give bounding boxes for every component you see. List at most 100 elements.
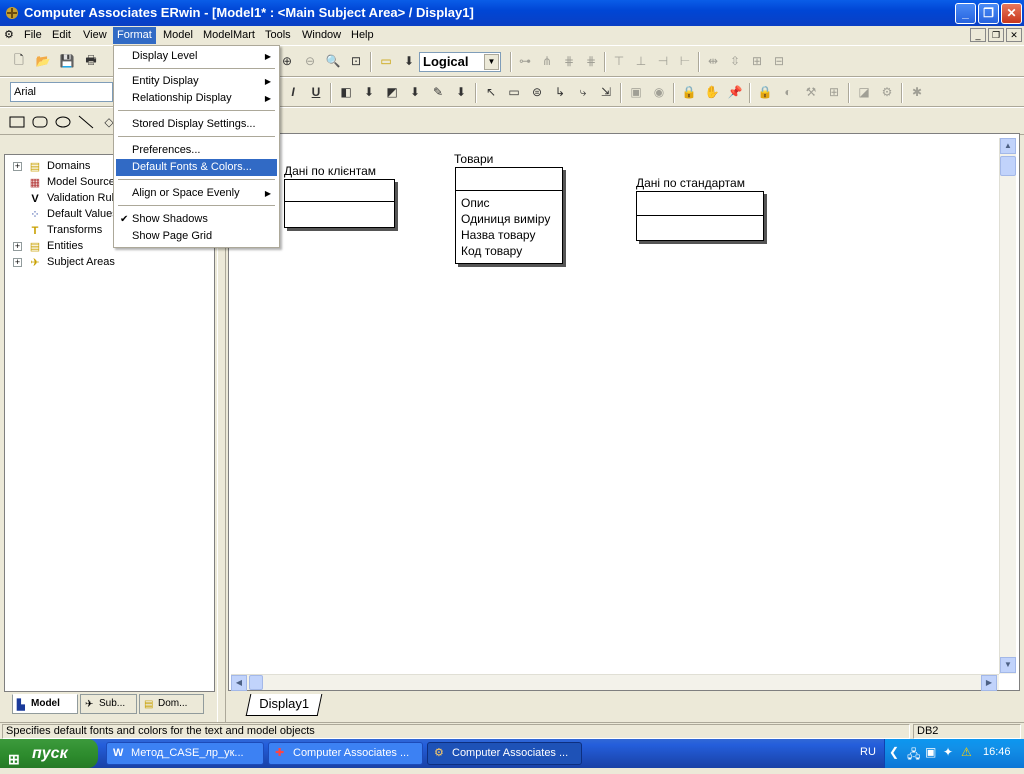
tree-item-entities[interactable]: + ▤ Entities — [13, 238, 83, 254]
align-bottom-icon[interactable]: ⊥ — [632, 52, 650, 70]
menu-format[interactable]: Format — [113, 27, 156, 44]
settings-icon[interactable]: ⚙ — [878, 83, 896, 101]
many-to-many-rel-icon[interactable]: ⤷ — [574, 83, 592, 101]
entity-name[interactable]: Дані по клієнтам — [284, 164, 376, 178]
lock-icon-2[interactable]: 🔒 — [756, 83, 774, 101]
menu-tools[interactable]: Tools — [261, 27, 295, 44]
menu-model[interactable]: Model — [159, 27, 197, 44]
level-combo[interactable]: Logical ▼ — [419, 52, 501, 72]
entity-box[interactable] — [284, 179, 395, 228]
menu-item-align-space-evenly[interactable]: Align or Space Evenly ▶ — [116, 185, 277, 202]
ellipse-tool-icon[interactable] — [54, 113, 72, 131]
diagram-canvas[interactable]: Дані по клієнтам Товари Опис Одиниця вим… — [228, 133, 1020, 691]
expand-icon[interactable]: + — [13, 257, 22, 267]
mdi-restore-button[interactable]: ❐ — [988, 28, 1004, 42]
entity-attribute[interactable]: Опис — [461, 196, 490, 210]
tree-item-model-sources[interactable]: ▦ Model Sources — [27, 174, 121, 190]
menu-view[interactable]: View — [79, 27, 111, 44]
task-word-document[interactable]: W Метод_CASE_лр_ук... — [106, 742, 264, 765]
restore-button[interactable]: ❐ — [978, 3, 999, 24]
minimize-button[interactable]: _ — [955, 3, 976, 24]
scroll-right-icon[interactable]: ▶ — [981, 675, 997, 691]
clock[interactable]: 16:46 — [983, 746, 1011, 758]
hand-icon[interactable]: ✋ — [703, 83, 721, 101]
line-tool-icon[interactable] — [77, 113, 95, 131]
underline-button[interactable]: U — [307, 83, 325, 101]
merge-icon[interactable]: ◪ — [855, 83, 873, 101]
report-icon[interactable]: ◐ — [779, 83, 797, 101]
save-icon[interactable]: 💾 — [58, 52, 76, 70]
align-left-icon[interactable]: ⊣ — [654, 52, 672, 70]
antivirus-icon[interactable]: ✦ — [943, 745, 953, 759]
tab-domains[interactable]: ▤ Dom... — [139, 694, 204, 714]
rectangle-tool-icon[interactable] — [8, 113, 26, 131]
tree-item-domains[interactable]: + ▤ Domains — [13, 158, 90, 174]
fill-color-icon[interactable]: ◩ — [383, 83, 401, 101]
menu-item-show-page-grid[interactable]: Show Page Grid — [116, 228, 277, 245]
task-erwin-1[interactable]: ✚ Computer Associates ... — [268, 742, 423, 765]
mdi-minimize-button[interactable]: _ — [970, 28, 986, 42]
align-icon[interactable]: ⊶ — [516, 52, 534, 70]
entity-box[interactable]: Опис Одиниця виміру Назва товару Код тов… — [455, 167, 563, 264]
entity-name[interactable]: Товари — [454, 152, 493, 166]
italic-button[interactable]: I — [284, 83, 302, 101]
scroll-up-icon[interactable]: ▲ — [1000, 138, 1016, 154]
menu-item-show-shadows[interactable]: ✔ Show Shadows — [116, 211, 277, 228]
display-icon[interactable]: ▭ — [377, 52, 395, 70]
line-dropdown-icon[interactable]: ⬇ — [406, 83, 424, 101]
start-button[interactable]: ⊞ пуск — [0, 739, 98, 768]
new-icon[interactable]: 🗋 — [10, 52, 28, 70]
non-identifying-rel-icon[interactable]: ⇲ — [597, 83, 615, 101]
font-color-icon[interactable]: ◧ — [337, 83, 355, 101]
tray-arrow-icon[interactable]: ❮ — [889, 745, 899, 759]
entity-box[interactable] — [636, 191, 764, 241]
bug-icon[interactable]: ✱ — [908, 83, 926, 101]
entity-attribute[interactable]: Код товару — [461, 244, 522, 258]
pen-dropdown-icon[interactable]: ⬇ — [452, 83, 470, 101]
menu-window[interactable]: Window — [298, 27, 345, 44]
db-icon-1[interactable]: ▣ — [627, 83, 645, 101]
fill-dropdown-icon[interactable]: ⬇ — [360, 83, 378, 101]
orth-layout-icon[interactable]: ⋕ — [582, 52, 600, 70]
tree-item-default-values[interactable]: ⁘ Default Values — [27, 206, 117, 222]
pointer-icon[interactable]: ↖ — [482, 83, 500, 101]
vertical-scrollbar[interactable]: ▲ ▼ — [999, 138, 1016, 674]
tree-item-transforms[interactable]: T Transforms — [27, 222, 103, 238]
hier-layout-icon[interactable]: ⋕ — [560, 52, 578, 70]
menu-item-relationship-display[interactable]: Relationship Display ▶ — [116, 90, 277, 107]
align-top-icon[interactable]: ⊤ — [610, 52, 628, 70]
wrench-icon[interactable]: ⚒ — [802, 83, 820, 101]
dropdown-arrow-icon[interactable]: ⬇ — [400, 52, 418, 70]
menu-item-preferences[interactable]: Preferences... — [116, 142, 277, 159]
erwin-app-icon[interactable] — [4, 5, 20, 21]
menu-file[interactable]: File — [20, 27, 46, 44]
language-indicator[interactable]: RU — [860, 746, 876, 758]
expand-icon[interactable]: + — [13, 241, 22, 251]
menu-edit[interactable]: Edit — [48, 27, 75, 44]
close-button[interactable]: ✕ — [1001, 3, 1022, 24]
menu-help[interactable]: Help — [347, 27, 378, 44]
lock-icon[interactable]: 🔒 — [680, 83, 698, 101]
tree-item-validation-rules[interactable]: V Validation Rules — [27, 190, 125, 206]
entity-attribute[interactable]: Назва товару — [461, 228, 535, 242]
scroll-left-icon[interactable]: ◀ — [231, 675, 247, 691]
mdi-doc-icon[interactable]: ⚙ — [4, 28, 14, 41]
chevron-down-icon[interactable]: ▼ — [484, 54, 499, 70]
menu-item-entity-display[interactable]: Entity Display ▶ — [116, 73, 277, 90]
zoom-in-icon[interactable]: ⊕ — [278, 52, 296, 70]
entity-name[interactable]: Дані по стандартам — [636, 176, 745, 190]
db-icon-2[interactable]: ◉ — [650, 83, 668, 101]
horizontal-scroll-thumb[interactable] — [249, 675, 263, 690]
print-icon[interactable]: 🖶 — [82, 52, 100, 70]
category-tool-icon[interactable]: ⊜ — [528, 83, 546, 101]
align-right-icon[interactable]: ⊢ — [676, 52, 694, 70]
identifying-rel-icon[interactable]: ↳ — [551, 83, 569, 101]
tab-subject-areas[interactable]: ✈ Sub... — [80, 694, 137, 714]
tree-layout-icon[interactable]: ⋔ — [538, 52, 556, 70]
font-combo[interactable]: Arial — [10, 82, 113, 102]
pin-icon[interactable]: 📌 — [726, 83, 744, 101]
warning-icon[interactable]: ⚠ — [961, 745, 972, 759]
entity-tool-icon[interactable]: ▭ — [505, 83, 523, 101]
zoom-icon[interactable]: 🔍 — [324, 52, 342, 70]
space-h-icon[interactable]: ⇹ — [704, 52, 722, 70]
